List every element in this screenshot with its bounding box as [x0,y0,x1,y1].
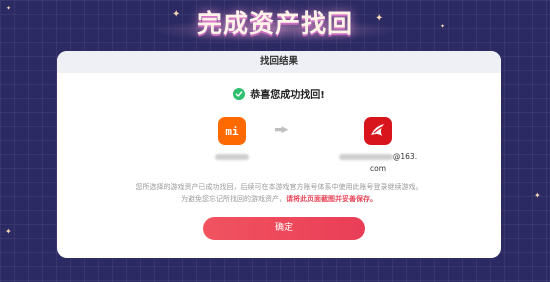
target-account-suffix: @163. [392,152,418,161]
xiaomi-logo-text: mi [225,124,239,138]
note-line1: 您所选择的游戏资产已成功找回，后续可在本游戏官方账号体系中使用此账号登录继续游戏… [135,183,423,191]
xiaomi-logo-icon: mi [218,117,246,145]
success-text: 恭喜您成功找回! [250,90,325,101]
target-account-line2: com [369,164,387,173]
note-line2-emphasis: 请将此页面截图并妥善保存。 [286,195,377,203]
check-circle-icon [233,87,246,100]
note-line2: 为避免您忘记所找回的游戏资产，请将此页面截图并妥善保存。 [57,193,501,205]
game-app-icon [364,117,392,145]
page-title: 完成资产找回 [0,4,550,42]
note-line2-normal: 为避免您忘记所找回的游戏资产， [181,195,286,203]
info-note: 您所选择的游戏资产已成功找回，后续可在本游戏官方账号体系中使用此账号登录继续游戏… [57,181,501,205]
redacted-text [215,154,249,160]
redacted-text [338,154,393,160]
page-title-text: 完成资产找回 [196,9,353,38]
arrow-right-icon: ▬▶ [274,125,288,135]
confirm-button[interactable]: 确定 [203,217,365,240]
sparkle-icon: ✦ [534,191,541,200]
success-message: 恭喜您成功找回! [57,86,501,101]
sparkle-icon: ✦ [5,227,12,236]
source-account-name [202,151,262,163]
card-title: 找回结果 [57,51,501,73]
result-card: 找回结果 恭喜您成功找回! mi ▬▶ @163. com 您所选择的游戏资产已… [57,51,501,258]
target-account-name: @163. com [333,151,423,175]
source-account: mi [202,117,262,163]
target-account: @163. com [333,117,423,175]
